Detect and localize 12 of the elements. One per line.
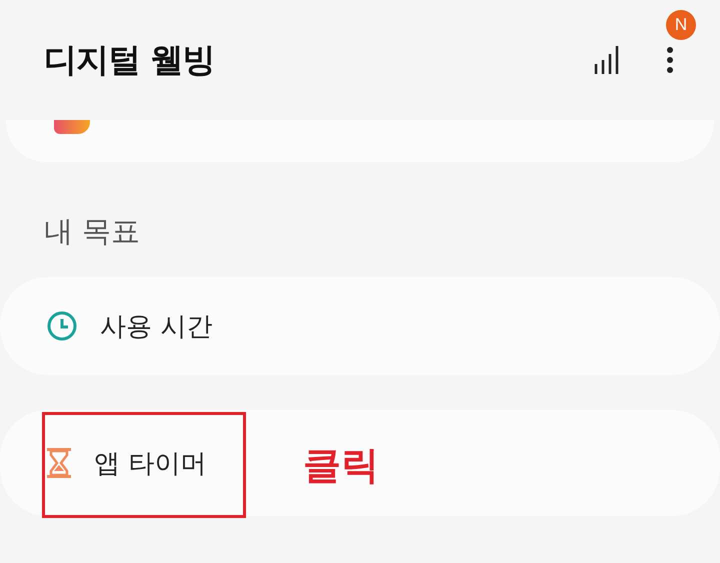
app-icon bbox=[54, 120, 90, 134]
annotation-text: 클릭 bbox=[303, 442, 379, 489]
clock-icon bbox=[46, 310, 78, 342]
goal-label: 사용 시간 bbox=[100, 310, 212, 344]
notification-badge: N bbox=[666, 10, 696, 40]
hourglass-icon bbox=[46, 447, 72, 479]
page-title: 디지털 웰빙 bbox=[44, 38, 216, 80]
goal-item[interactable]: 앱 타이머 클릭 bbox=[0, 410, 720, 516]
goal-label: 앱 타이머 bbox=[94, 448, 206, 480]
signal-button[interactable] bbox=[594, 46, 620, 74]
section-title: 내 목표 bbox=[44, 213, 142, 250]
goal-item[interactable]: 사용 시간 bbox=[0, 277, 720, 375]
